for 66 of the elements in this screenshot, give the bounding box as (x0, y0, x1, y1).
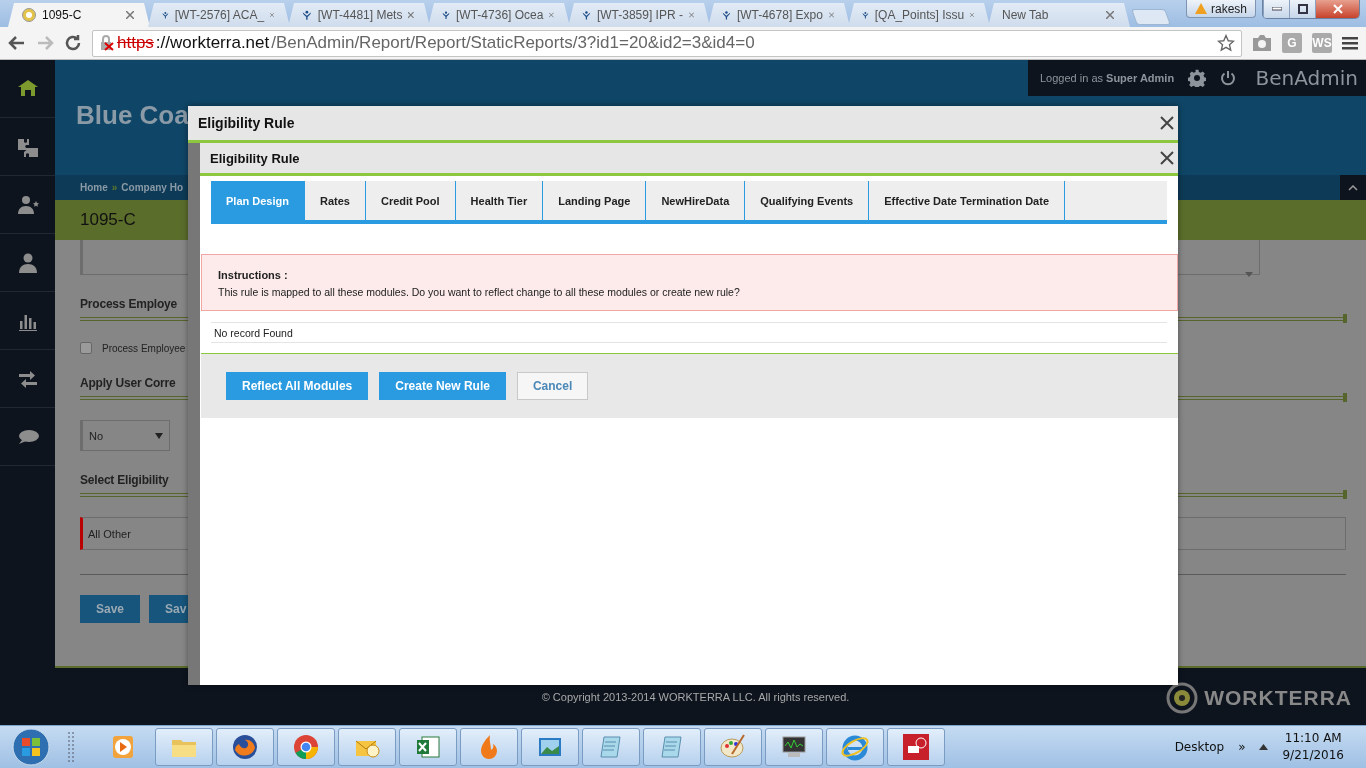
star-icon[interactable] (1217, 34, 1235, 52)
reload-icon[interactable] (64, 34, 82, 52)
page-title: 1095-C (80, 210, 136, 230)
browser-tab[interactable]: 1095-C (8, 3, 150, 27)
clock[interactable]: 11:10 AM 9/21/2016 (1282, 730, 1344, 764)
firefox-icon[interactable] (230, 732, 260, 762)
cancel-button[interactable]: Cancel (516, 372, 589, 400)
section-heading: Apply User Corre (80, 376, 176, 390)
camera-icon[interactable] (1252, 34, 1272, 52)
browser-tab[interactable]: [WT-4678] Expo (708, 3, 850, 27)
checkbox-label: Process Employee (102, 342, 186, 354)
browser-tab[interactable]: [WT-4481] Mets (288, 3, 430, 27)
maximize-button[interactable] (1289, 0, 1315, 18)
close-icon[interactable] (126, 11, 134, 19)
collapse-button[interactable] (1340, 175, 1366, 200)
caret-icon (155, 432, 163, 439)
close-icon[interactable] (1160, 151, 1174, 165)
dialog-title: Eligibility Rule (198, 115, 295, 131)
minimize-icon (1271, 7, 1282, 11)
breadcrumb-separator: » (111, 182, 118, 193)
back-icon[interactable] (8, 34, 26, 52)
chrome-icon[interactable] (291, 732, 321, 762)
close-icon (1332, 4, 1343, 14)
browser-tab[interactable]: New Tab (988, 3, 1130, 27)
close-icon[interactable] (1106, 11, 1114, 19)
maximize-icon (1297, 4, 1308, 14)
close-icon[interactable] (408, 11, 414, 19)
breadcrumb-link[interactable]: Company Ho (121, 182, 184, 193)
browser-tab[interactable]: [QA_Points] Issu (848, 3, 990, 27)
copyright-text: © Copyright 2013-2014 WORKTERRA LLC. All rights reserved. (541, 690, 850, 703)
caret-icon (1245, 272, 1253, 277)
warning-icon (1194, 3, 1207, 14)
app-name: BenAdmin (1255, 66, 1358, 90)
address-field[interactable]: https://workterra.net/BenAdmin/Report/Report/StaticReports/3?id1=20&id2=3&id4=0 (92, 29, 1242, 57)
menu-icon[interactable] (1342, 35, 1358, 51)
brand-name: WORKTERRA (1204, 686, 1352, 710)
people-icon (722, 8, 731, 22)
browser-tab[interactable]: [WT-4736] Ocea (428, 3, 570, 27)
company-name: Blue Coa (76, 100, 189, 131)
power-icon[interactable] (1220, 70, 1237, 86)
tray-up-icon[interactable] (1259, 744, 1269, 750)
checkbox[interactable] (80, 342, 92, 354)
section-heading: Select Eligibility (80, 473, 169, 487)
login-status: Logged in as Super Admin (1040, 72, 1175, 84)
instructions-heading: Instructions : (218, 269, 289, 281)
dialog-title: Eligibility Rule (210, 150, 300, 166)
browser-tab[interactable]: [WT-3859] IPR - (568, 3, 710, 27)
taskbar-grip-icon (68, 732, 74, 762)
target-logo-icon (1166, 682, 1199, 714)
save-button[interactable]: Save (80, 595, 141, 623)
close-icon[interactable] (1160, 116, 1174, 130)
chevron-label[interactable]: » (1238, 740, 1246, 754)
settings-icon[interactable] (1188, 69, 1207, 87)
breadcrumb-link[interactable]: Home (80, 182, 108, 193)
close-button[interactable] (1315, 0, 1359, 18)
empty-message: No record Found (211, 322, 1167, 343)
profile-button[interactable]: rakesh (1185, 0, 1256, 18)
people-icon (582, 8, 591, 22)
browser-tab[interactable]: [WT-2576] ACA_ (148, 3, 290, 27)
instructions-text: This rule is mapped to all these modules. Do you want to reflect change to all these modules or create new rule? (218, 286, 741, 298)
insecure-lock-icon (99, 35, 115, 51)
people-icon (302, 8, 312, 22)
section-heading: Process Employe (80, 297, 178, 311)
select-field[interactable]: No (80, 420, 170, 451)
chevron-up-icon (1348, 184, 1358, 191)
toolbar-label[interactable]: Desktop (1174, 740, 1225, 754)
